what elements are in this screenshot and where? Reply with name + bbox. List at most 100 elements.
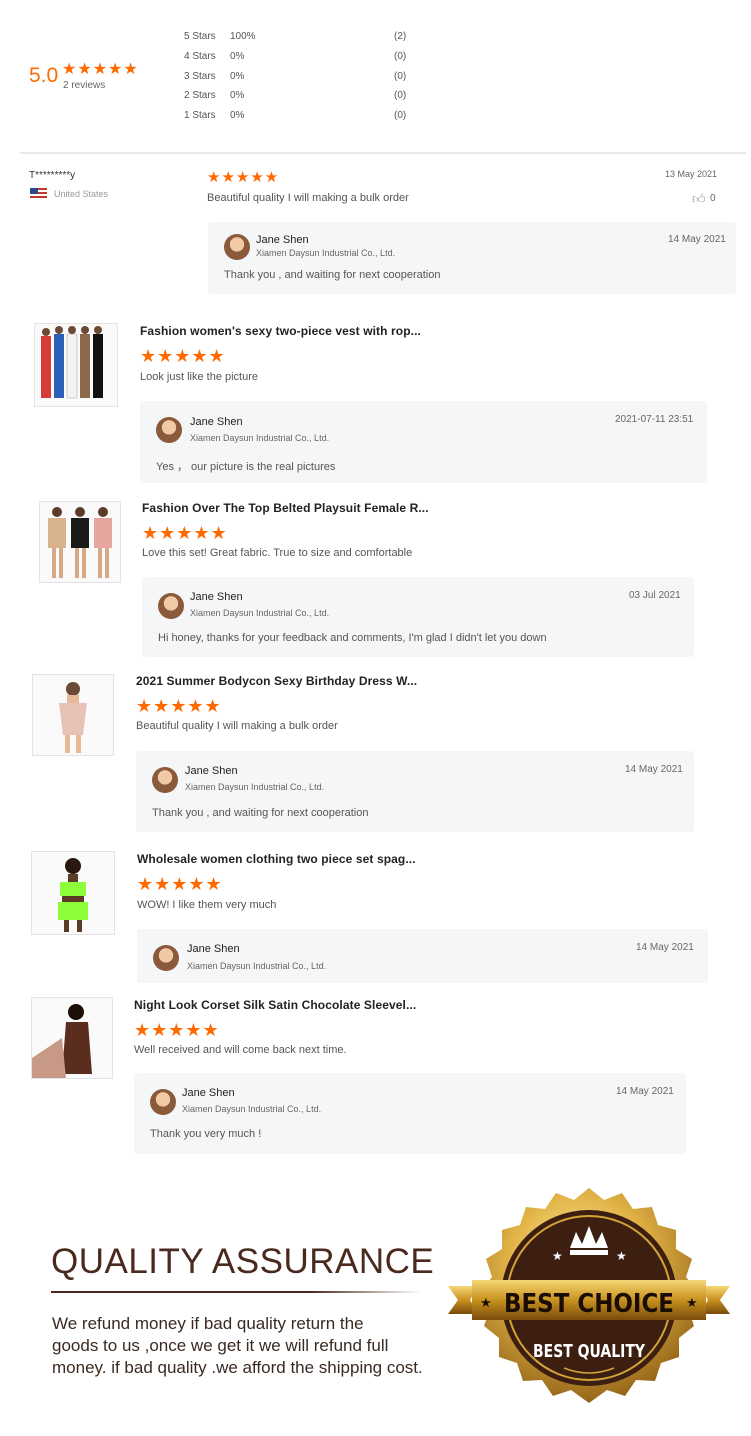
- seller-avatar: [152, 767, 178, 793]
- review-stars: ★★★★★: [137, 874, 223, 894]
- dist-pct: 0%: [230, 71, 245, 82]
- review-text: Beautiful quality I will making a bulk o…: [207, 192, 409, 204]
- dist-pct: 100%: [230, 31, 256, 42]
- review-text: WOW! I like them very much: [137, 899, 277, 911]
- seller-reply: Jane Shen Xiamen Daysun Industrial Co., …: [134, 1073, 686, 1154]
- seller-name: Jane Shen: [182, 1087, 235, 1099]
- seller-reply: Jane Shen Xiamen Daysun Industrial Co., …: [208, 222, 736, 294]
- seller-avatar: [153, 945, 179, 971]
- product-thumbnail[interactable]: [32, 674, 114, 756]
- seller-name: Jane Shen: [256, 234, 309, 246]
- reply-text: Thank you , and waiting for next coopera…: [224, 269, 441, 281]
- overall-stars: ★★★★★: [62, 61, 139, 78]
- svg-text:★: ★: [686, 1296, 698, 1311]
- reply-date: 14 May 2021: [616, 1086, 674, 1097]
- badge-top-text: BEST CHOICE: [504, 1289, 674, 1319]
- dist-label: 1 Stars: [184, 110, 216, 121]
- svg-text:★: ★: [616, 1249, 627, 1263]
- svg-text:★: ★: [480, 1296, 492, 1311]
- dist-row-5[interactable]: 5 Stars 100% (2): [184, 31, 406, 42]
- seller-company: Xiamen Daysun Industrial Co., Ltd.: [256, 248, 396, 258]
- product-title[interactable]: Fashion women's sexy two-piece vest with…: [140, 324, 421, 338]
- review-stars: ★★★★★: [207, 169, 280, 186]
- reply-text: Yes ， our picture is the real pictures: [156, 461, 336, 473]
- dist-row-4[interactable]: 4 Stars 0% (0): [184, 51, 406, 62]
- dist-pct: 0%: [230, 51, 245, 62]
- dist-label: 3 Stars: [184, 71, 216, 82]
- seller-name: Jane Shen: [190, 591, 243, 603]
- dist-count: (0): [394, 71, 407, 82]
- review-stars: ★★★★★: [134, 1020, 220, 1040]
- reply-date: 03 Jul 2021: [629, 590, 681, 601]
- seller-name: Jane Shen: [185, 765, 238, 777]
- reply-text: Thank you very much !: [150, 1128, 262, 1140]
- reply-date: 2021-07-11 23:51: [615, 414, 694, 425]
- seller-avatar: [156, 417, 182, 443]
- dist-count: (0): [394, 51, 407, 62]
- dist-pct: 0%: [230, 90, 245, 101]
- review-text: Look just like the picture: [140, 371, 259, 383]
- seller-avatar: [224, 234, 250, 260]
- review-count: 2 reviews: [63, 80, 106, 91]
- product-title[interactable]: Night Look Corset Silk Satin Chocolate S…: [134, 998, 416, 1012]
- seller-company: Xiamen Daysun Industrial Co., Ltd.: [187, 961, 327, 971]
- seller-company: Xiamen Daysun Industrial Co., Ltd.: [185, 782, 325, 792]
- badge-bottom-text: BEST QUALITY: [533, 1341, 646, 1362]
- dist-count: (0): [394, 90, 407, 101]
- seller-reply: Jane Shen Xiamen Daysun Industrial Co., …: [136, 751, 694, 832]
- reviewer-name: T*********y: [29, 170, 76, 181]
- seller-name: Jane Shen: [187, 943, 240, 955]
- like-count: 0: [710, 193, 716, 204]
- reply-date: 14 May 2021: [668, 234, 726, 245]
- product-title[interactable]: 2021 Summer Bodycon Sexy Birthday Dress …: [136, 674, 417, 688]
- dist-label: 5 Stars: [184, 31, 216, 42]
- seller-avatar: [158, 593, 184, 619]
- quality-line: We refund money if bad quality return th…: [52, 1314, 364, 1333]
- reply-text: Hi honey, thanks for your feedback and c…: [158, 632, 547, 644]
- product-title[interactable]: Fashion Over The Top Belted Playsuit Fem…: [142, 501, 429, 515]
- quality-body: We refund money if bad quality return th…: [52, 1313, 423, 1379]
- seller-reply: Jane Shen Xiamen Daysun Industrial Co., …: [137, 929, 708, 983]
- product-title[interactable]: Wholesale women clothing two piece set s…: [137, 852, 416, 866]
- reply-date: 14 May 2021: [625, 764, 683, 775]
- divider: [20, 152, 746, 154]
- overall-score: 5.0: [29, 64, 59, 87]
- seller-company: Xiamen Daysun Industrial Co., Ltd.: [182, 1104, 322, 1114]
- quality-line: money. if bad quality .we afford the shi…: [52, 1358, 423, 1377]
- dist-label: 4 Stars: [184, 51, 216, 62]
- reviewer-country: United States: [54, 189, 109, 199]
- seller-name: Jane Shen: [190, 416, 243, 428]
- review-text: Well received and will come back next ti…: [134, 1044, 347, 1056]
- review-stars: ★★★★★: [136, 696, 222, 716]
- best-choice-badge: ★ ★ ★ ★ BEST CHOICE BEST QUALITY: [448, 1188, 730, 1420]
- dist-row-2[interactable]: 2 Stars 0% (0): [184, 90, 406, 101]
- seller-reply: Jane Shen Xiamen Daysun Industrial Co., …: [142, 577, 694, 657]
- review-date: 13 May 2021: [665, 169, 718, 179]
- dist-count: (2): [394, 31, 407, 42]
- dist-count: (0): [394, 110, 407, 121]
- quality-heading: QUALITY ASSURANCE: [51, 1242, 435, 1281]
- quality-underline: [51, 1291, 421, 1293]
- dist-label: 2 Stars: [184, 90, 216, 101]
- product-thumbnail[interactable]: [31, 851, 115, 935]
- dist-pct: 0%: [230, 110, 245, 121]
- reply-text: Thank you , and waiting for next coopera…: [152, 807, 369, 819]
- product-thumbnail[interactable]: [34, 323, 118, 407]
- review-text: Beautiful quality I will making a bulk o…: [136, 720, 338, 732]
- review-text: Love this set! Great fabric. True to siz…: [142, 547, 413, 559]
- review-stars: ★★★★★: [142, 523, 228, 543]
- like-icon[interactable]: 👍︎: [692, 191, 706, 207]
- review-stars: ★★★★★: [140, 346, 226, 366]
- seller-reply: Jane Shen Xiamen Daysun Industrial Co., …: [140, 401, 707, 483]
- seller-company: Xiamen Daysun Industrial Co., Ltd.: [190, 433, 330, 443]
- seller-company: Xiamen Daysun Industrial Co., Ltd.: [190, 608, 330, 618]
- dist-row-3[interactable]: 3 Stars 0% (0): [184, 71, 406, 82]
- reply-date: 14 May 2021: [636, 942, 694, 953]
- dist-row-1[interactable]: 1 Stars 0% (0): [184, 110, 406, 121]
- product-thumbnail[interactable]: [39, 501, 121, 583]
- us-flag-icon: [30, 188, 47, 200]
- quality-line: goods to us ,once we get it we will refu…: [52, 1336, 389, 1355]
- svg-text:★: ★: [552, 1249, 563, 1263]
- seller-avatar: [150, 1089, 176, 1115]
- product-thumbnail[interactable]: [31, 997, 113, 1079]
